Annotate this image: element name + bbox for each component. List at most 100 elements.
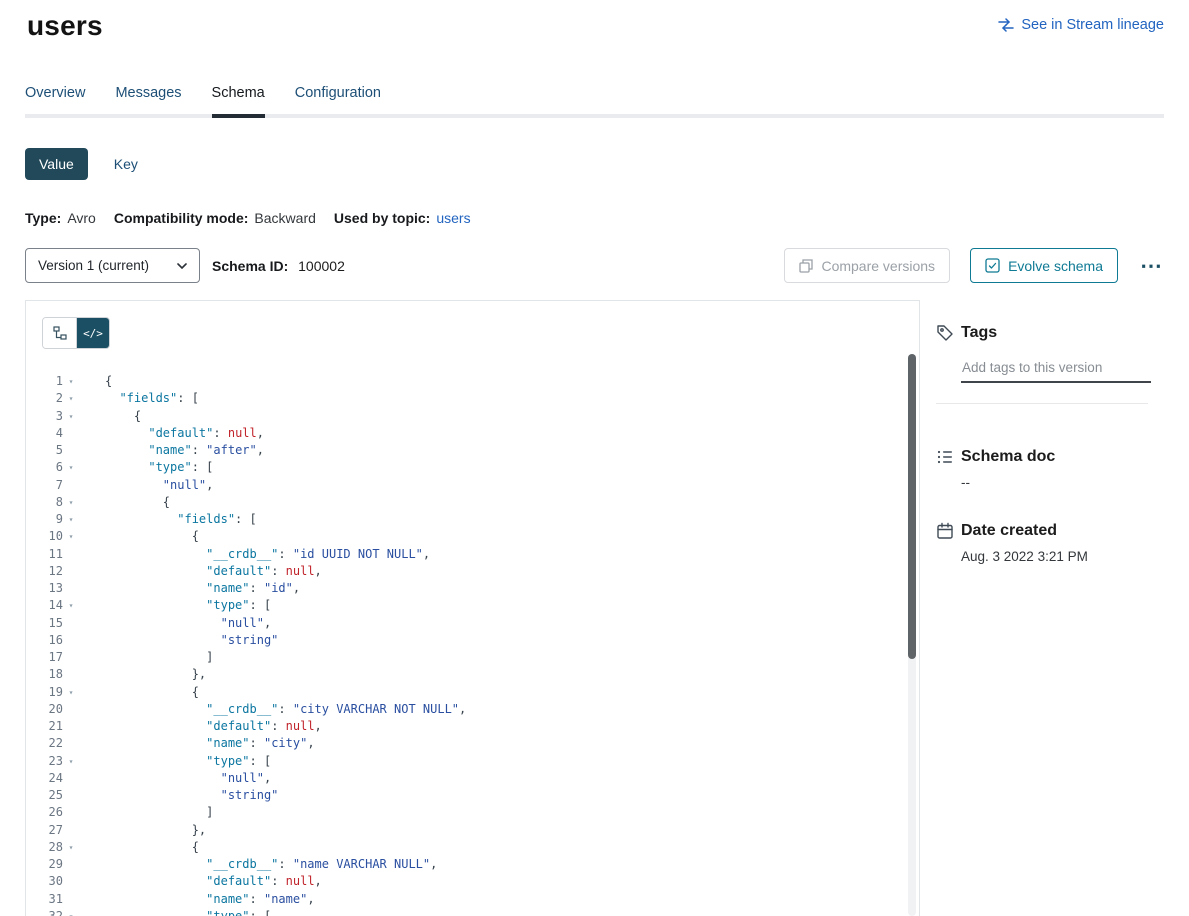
code-line: 17 ] (26, 649, 903, 666)
line-number: 19 (26, 684, 63, 701)
line-number: 27 (26, 822, 63, 839)
code-line: 28▾ { (26, 839, 903, 856)
version-select-value: Version 1 (current) (38, 258, 149, 273)
fold-arrow-icon[interactable]: ▾ (63, 684, 79, 701)
schema-doc-section: Schema doc -- (936, 448, 1164, 490)
date-created-title: Date created (961, 522, 1057, 540)
schema-id-label: Schema ID: (212, 258, 288, 274)
version-select[interactable]: Version 1 (current) (25, 248, 200, 283)
fold-arrow-icon[interactable]: ▾ (63, 408, 79, 425)
code-line: 12 "default": null, (26, 563, 903, 580)
line-number: 25 (26, 787, 63, 804)
tab-schema[interactable]: Schema (212, 79, 265, 118)
schema-id: Schema ID: 100002 (212, 258, 345, 274)
code-line: 20 "__crdb__": "city VARCHAR NOT NULL", (26, 701, 903, 718)
fold-arrow-icon[interactable]: ▾ (63, 459, 79, 476)
evolve-schema-button[interactable]: Evolve schema (970, 248, 1118, 283)
tab-bar: Overview Messages Schema Configuration (25, 79, 1164, 118)
line-number: 3 (26, 408, 63, 425)
code-line: 25 "string" (26, 787, 903, 804)
type-value: Avro (67, 210, 96, 226)
tree-view-icon (53, 326, 67, 340)
tab-configuration[interactable]: Configuration (295, 79, 381, 114)
fold-arrow-icon[interactable]: ▾ (63, 494, 79, 511)
more-options-button[interactable]: ⋯ (1138, 257, 1164, 275)
fold-arrow-icon[interactable]: ▾ (63, 908, 79, 916)
compare-versions-button[interactable]: Compare versions (784, 248, 950, 283)
code-line: 2▾ "fields": [ (26, 390, 903, 407)
fold-arrow-icon[interactable]: ▾ (63, 753, 79, 770)
sidebar-divider (936, 403, 1148, 404)
code-line: 32▾ "type": [ (26, 908, 903, 916)
line-number: 16 (26, 632, 63, 649)
fold-spacer (63, 718, 79, 735)
tab-messages[interactable]: Messages (115, 79, 181, 114)
tag-icon (936, 324, 954, 342)
line-number: 23 (26, 753, 63, 770)
scrollbar-thumb[interactable] (908, 354, 916, 659)
editor-scrollbar[interactable] (908, 354, 916, 916)
fold-spacer (63, 442, 79, 459)
code-line: 8▾ { (26, 494, 903, 511)
code-text: }, (79, 666, 206, 683)
toolbar-actions: Compare versions Evolve schema ⋯ (784, 248, 1164, 283)
fold-arrow-icon[interactable]: ▾ (63, 597, 79, 614)
code-view-button[interactable]: </> (76, 318, 109, 348)
line-number: 21 (26, 718, 63, 735)
fold-spacer (63, 770, 79, 787)
chevron-down-icon (177, 263, 187, 269)
line-number: 9 (26, 511, 63, 528)
fold-spacer (63, 804, 79, 821)
fold-spacer (63, 666, 79, 683)
code-view-icon: </> (83, 327, 103, 340)
line-number: 6 (26, 459, 63, 476)
line-number: 28 (26, 839, 63, 856)
line-number: 7 (26, 477, 63, 494)
code-text: "default": null, (79, 873, 322, 890)
code-text: "type": [ (79, 753, 271, 770)
line-number: 29 (26, 856, 63, 873)
schema-content: </> 1▾{2▾ "fields": [3▾ {4 "default": nu… (25, 300, 1164, 916)
line-number: 17 (26, 649, 63, 666)
compatibility-value: Backward (254, 210, 315, 226)
tab-overview[interactable]: Overview (25, 79, 85, 114)
fold-arrow-icon[interactable]: ▾ (63, 511, 79, 528)
code-line: 3▾ { (26, 408, 903, 425)
date-created-header: Date created (936, 522, 1164, 540)
schema-doc-value: -- (961, 475, 1164, 490)
line-number: 12 (26, 563, 63, 580)
fold-arrow-icon[interactable]: ▾ (63, 373, 79, 390)
line-number: 15 (26, 615, 63, 632)
code-line: 30 "default": null, (26, 873, 903, 890)
code-text: ] (79, 804, 213, 821)
line-number: 2 (26, 390, 63, 407)
code-text: }, (79, 822, 206, 839)
line-number: 1 (26, 373, 63, 390)
fold-spacer (63, 701, 79, 718)
fold-spacer (63, 873, 79, 890)
code-line: 6▾ "type": [ (26, 459, 903, 476)
tags-input[interactable] (961, 358, 1151, 383)
topic-link[interactable]: users (436, 210, 470, 226)
line-number: 13 (26, 580, 63, 597)
fold-arrow-icon[interactable]: ▾ (63, 390, 79, 407)
tree-view-button[interactable] (43, 318, 76, 348)
code-text: "name": "after", (79, 442, 264, 459)
fold-arrow-icon[interactable]: ▾ (63, 839, 79, 856)
code-editor[interactable]: 1▾{2▾ "fields": [3▾ {4 "default": null,5… (26, 373, 903, 916)
date-created-section: Date created Aug. 3 2022 3:21 PM (936, 522, 1164, 564)
key-toggle-button[interactable]: Key (114, 156, 138, 172)
fold-spacer (63, 563, 79, 580)
value-toggle-button[interactable]: Value (25, 148, 88, 180)
type-label: Type: (25, 210, 61, 226)
compare-icon (799, 259, 813, 273)
code-text: "fields": [ (79, 511, 257, 528)
fold-spacer (63, 822, 79, 839)
stream-lineage-link[interactable]: See in Stream lineage (998, 17, 1164, 33)
code-line: 14▾ "type": [ (26, 597, 903, 614)
code-text: "type": [ (79, 597, 271, 614)
evolve-schema-label: Evolve schema (1008, 258, 1103, 274)
fold-arrow-icon[interactable]: ▾ (63, 528, 79, 545)
code-line: 11 "__crdb__": "id UUID NOT NULL", (26, 546, 903, 563)
fold-spacer (63, 891, 79, 908)
